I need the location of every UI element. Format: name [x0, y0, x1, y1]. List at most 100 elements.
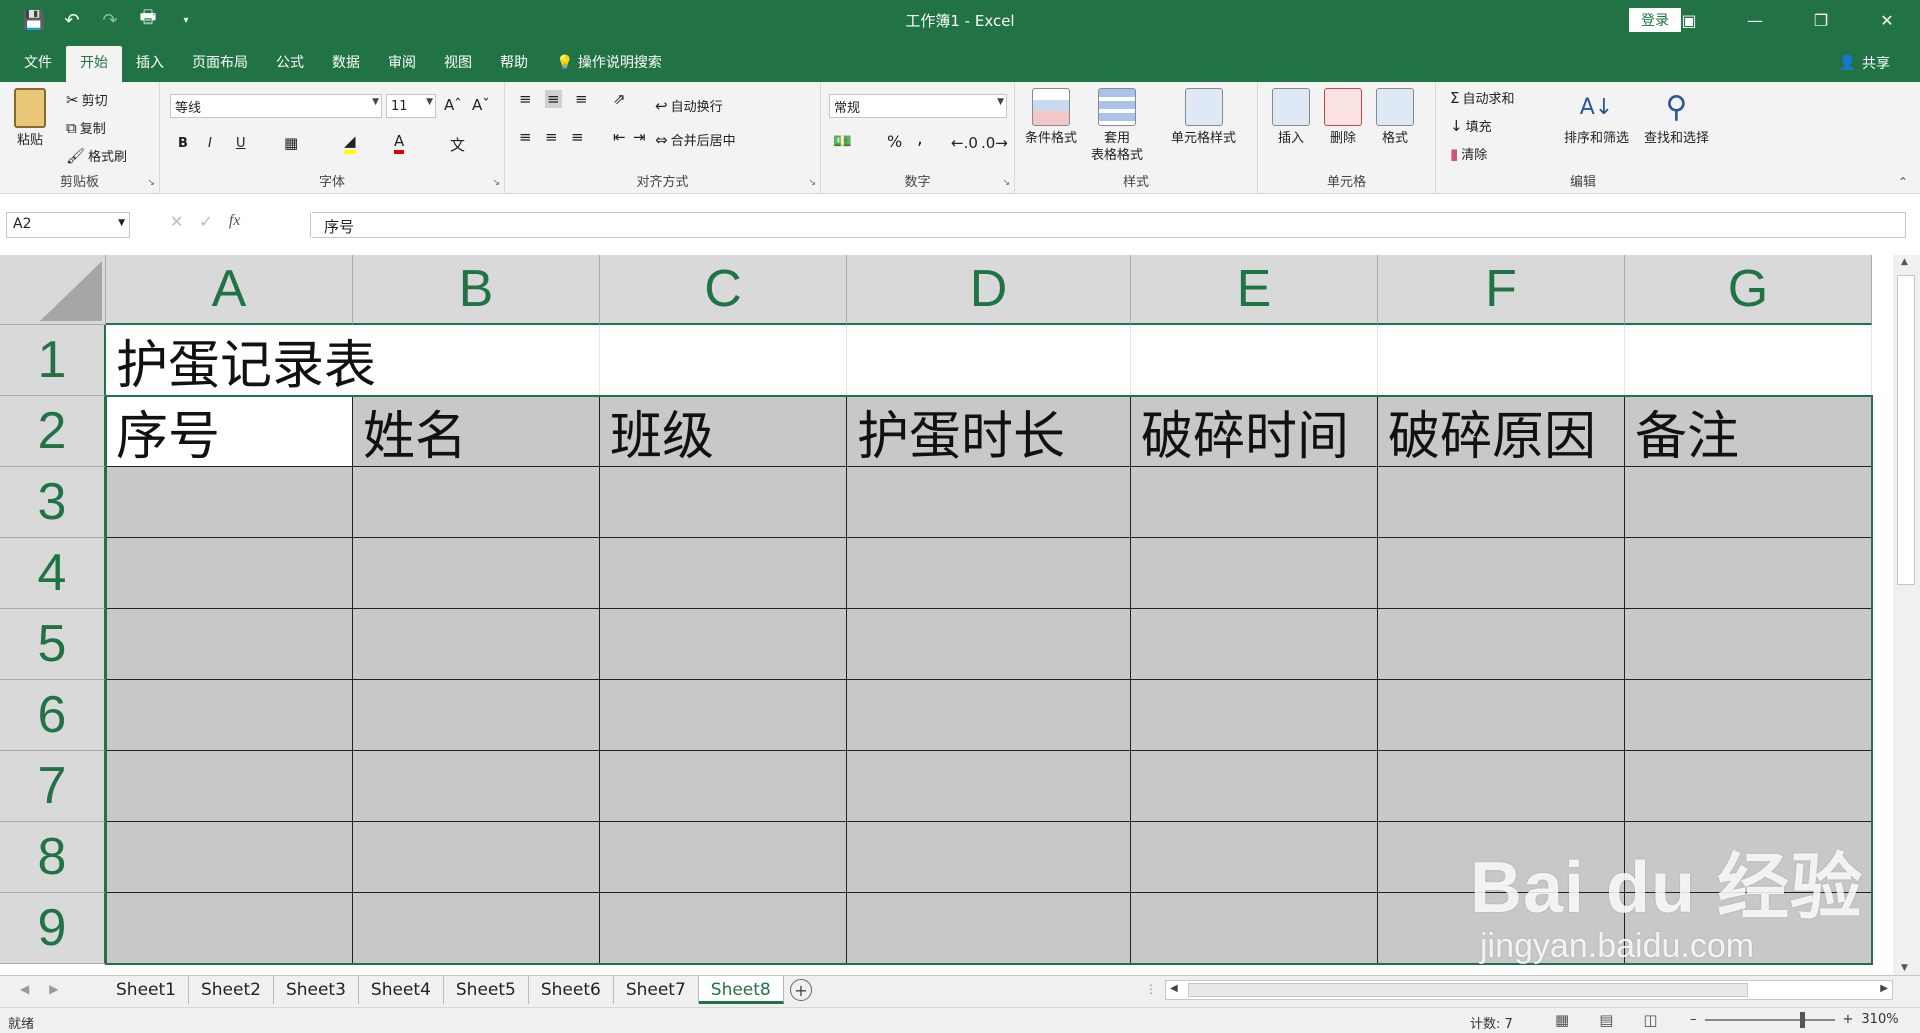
- borders-button[interactable]: ▦: [284, 134, 298, 152]
- cell-c2[interactable]: 班级: [600, 396, 847, 467]
- font-color-button[interactable]: A: [394, 132, 405, 154]
- format-as-table-button[interactable]: 套用 表格格式: [1091, 88, 1143, 164]
- sheet-tab-sheet3[interactable]: Sheet3: [274, 976, 359, 1004]
- vertical-scroll-thumb[interactable]: [1897, 275, 1915, 585]
- tab-review[interactable]: 审阅: [374, 46, 430, 82]
- dialog-launcher-icon[interactable]: ↘: [492, 178, 500, 188]
- horizontal-scrollbar[interactable]: ◀ ▶: [1165, 980, 1893, 1000]
- format-cells-button[interactable]: 格式: [1376, 88, 1414, 147]
- cell-b8[interactable]: [353, 822, 600, 893]
- sheet-tab-sheet7[interactable]: Sheet7: [614, 976, 699, 1004]
- ribbon-display-options-icon[interactable]: ▣: [1656, 0, 1722, 40]
- italic-button[interactable]: I: [208, 136, 212, 151]
- sheet-tab-sheet2[interactable]: Sheet2: [189, 976, 274, 1004]
- cell-d9[interactable]: [847, 893, 1131, 964]
- cell-f7[interactable]: [1378, 751, 1625, 822]
- increase-decimal-button[interactable]: ←.0: [951, 134, 978, 152]
- tab-data[interactable]: 数据: [318, 46, 374, 82]
- cell-b6[interactable]: [353, 680, 600, 751]
- tab-insert[interactable]: 插入: [122, 46, 178, 82]
- orientation-button[interactable]: ⇗: [613, 90, 626, 108]
- align-bottom-button[interactable]: ≡: [575, 90, 588, 108]
- zoom-slider[interactable]: [1704, 1011, 1835, 1028]
- cell-f2[interactable]: 破碎原因: [1378, 396, 1625, 467]
- cell-b9[interactable]: [353, 893, 600, 964]
- row-header-6[interactable]: 6: [0, 680, 106, 751]
- cell-a5[interactable]: [106, 609, 353, 680]
- dialog-launcher-icon[interactable]: ↘: [808, 178, 816, 188]
- dialog-launcher-icon[interactable]: ↘: [147, 178, 155, 188]
- sheet-tab-sheet5[interactable]: Sheet5: [444, 976, 529, 1004]
- align-middle-button[interactable]: ≡: [545, 90, 562, 108]
- cell-g1[interactable]: [1625, 325, 1872, 396]
- column-header-b[interactable]: B: [353, 255, 600, 325]
- align-right-button[interactable]: ≡: [571, 128, 584, 146]
- column-header-e[interactable]: E: [1131, 255, 1378, 325]
- cell-g7[interactable]: [1625, 751, 1872, 822]
- row-header-7[interactable]: 7: [0, 751, 106, 822]
- zoom-out-icon[interactable]: –: [1690, 1012, 1697, 1027]
- column-header-c[interactable]: C: [600, 255, 847, 325]
- cancel-icon[interactable]: ✕: [170, 212, 183, 231]
- column-header-a[interactable]: A: [106, 255, 353, 325]
- tab-home[interactable]: 开始: [66, 46, 122, 82]
- restore-icon[interactable]: ❐: [1788, 0, 1854, 40]
- tab-split-handle-icon[interactable]: ⋮: [1145, 982, 1157, 996]
- share-button[interactable]: 👤 共享: [1839, 53, 1890, 73]
- align-left-button[interactable]: ≡: [519, 128, 532, 146]
- align-top-button[interactable]: ≡: [519, 90, 532, 108]
- increase-font-button[interactable]: Aˆ: [444, 96, 462, 114]
- cell-e1[interactable]: [1131, 325, 1378, 396]
- column-header-f[interactable]: F: [1378, 255, 1625, 325]
- vertical-scrollbar[interactable]: ▲ ▼: [1893, 255, 1920, 975]
- cell-a4[interactable]: [106, 538, 353, 609]
- tab-file[interactable]: 文件: [10, 46, 66, 82]
- scroll-right-icon[interactable]: ▶: [1880, 983, 1888, 994]
- cell-styles-button[interactable]: 单元格样式: [1171, 88, 1236, 147]
- paste-button[interactable]: 粘贴: [14, 88, 46, 149]
- decrease-indent-button[interactable]: ⇤: [613, 128, 626, 146]
- cell-g4[interactable]: [1625, 538, 1872, 609]
- clear-button[interactable]: ▮ 清除: [1450, 144, 1487, 164]
- font-size-combo[interactable]: 11 ▼: [386, 94, 436, 118]
- cell-b4[interactable]: [353, 538, 600, 609]
- row-header-4[interactable]: 4: [0, 538, 106, 609]
- select-all-button[interactable]: [0, 255, 106, 325]
- zoom-level[interactable]: 310%: [1861, 1012, 1898, 1027]
- cell-e8[interactable]: [1131, 822, 1378, 893]
- page-layout-view-icon[interactable]: ▤: [1599, 1011, 1613, 1029]
- tab-help[interactable]: 帮助: [486, 46, 542, 82]
- wrap-text-button[interactable]: ↩ 自动换行: [655, 96, 723, 116]
- cell-f5[interactable]: [1378, 609, 1625, 680]
- tab-formulas[interactable]: 公式: [262, 46, 318, 82]
- row-header-3[interactable]: 3: [0, 467, 106, 538]
- scroll-sheets-right-icon[interactable]: ▶: [49, 982, 58, 996]
- close-icon[interactable]: ✕: [1854, 0, 1920, 40]
- number-format-combo[interactable]: 常规 ▼: [829, 94, 1007, 118]
- cell-b3[interactable]: [353, 467, 600, 538]
- cell-b7[interactable]: [353, 751, 600, 822]
- sort-filter-button[interactable]: A↓ 排序和筛选: [1564, 88, 1629, 147]
- cell-e3[interactable]: [1131, 467, 1378, 538]
- increase-indent-button[interactable]: ⇥: [633, 128, 646, 146]
- zoom-slider-thumb[interactable]: [1799, 1011, 1805, 1028]
- cell-e2[interactable]: 破碎时间: [1131, 396, 1378, 467]
- find-select-button[interactable]: ⚲ 查找和选择: [1644, 88, 1709, 147]
- cell-a2[interactable]: 序号: [106, 396, 353, 467]
- sheet-tab-sheet8[interactable]: Sheet8: [698, 976, 784, 1004]
- underline-button[interactable]: U: [236, 136, 246, 151]
- column-header-d[interactable]: D: [847, 255, 1131, 325]
- sheet-tab-sheet6[interactable]: Sheet6: [529, 976, 614, 1004]
- copy-button[interactable]: ⧉ 复制: [66, 118, 106, 138]
- fill-color-button[interactable]: ◢: [344, 132, 356, 154]
- cut-button[interactable]: ✂ 剪切: [66, 90, 108, 110]
- cell-e9[interactable]: [1131, 893, 1378, 964]
- cell-f6[interactable]: [1378, 680, 1625, 751]
- cell-f4[interactable]: [1378, 538, 1625, 609]
- decrease-font-button[interactable]: Aˇ: [472, 96, 490, 114]
- comma-style-button[interactable]: ,: [917, 128, 923, 149]
- cell-f1[interactable]: [1378, 325, 1625, 396]
- cell-a6[interactable]: [106, 680, 353, 751]
- autosum-button[interactable]: Σ 自动求和: [1450, 88, 1515, 108]
- cell-a1[interactable]: 护蛋记录表: [106, 325, 376, 396]
